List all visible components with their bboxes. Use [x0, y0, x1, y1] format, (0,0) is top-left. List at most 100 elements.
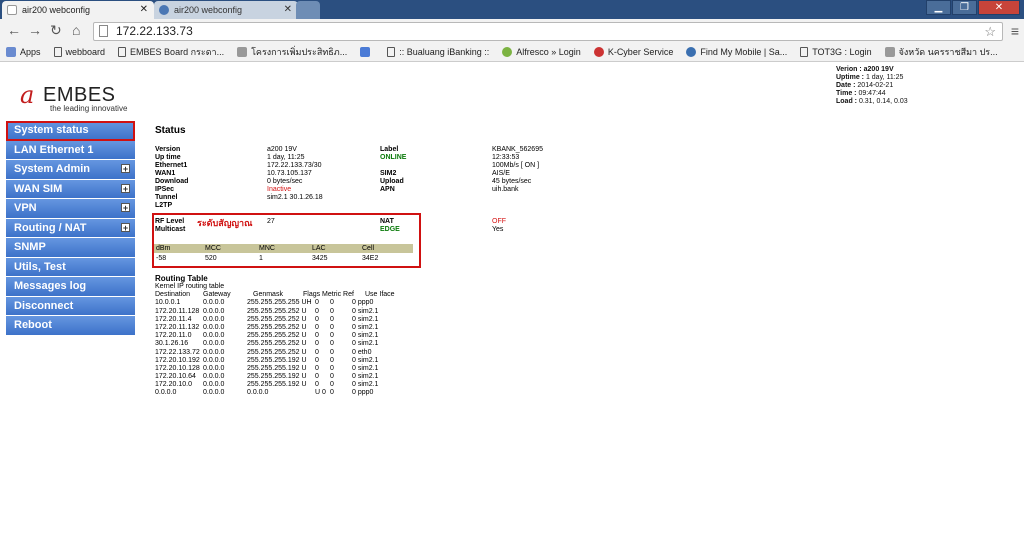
routing-cell: 0.0.0.0	[203, 299, 225, 307]
routing-cell: 172.22.133.72	[155, 348, 200, 356]
routing-subtitle: Kernel IP routing table	[155, 283, 225, 290]
bookmark-alfresco[interactable]: Alfresco » Login	[502, 47, 581, 57]
routing-cell: 0 sim2.1	[352, 315, 379, 323]
sidebar-item-snmp[interactable]: SNMP	[6, 238, 135, 258]
sidebar-item-lan-ethernet[interactable]: LAN Ethernet 1	[6, 140, 135, 160]
sidebar-item-disconnect[interactable]: Disconnect	[6, 296, 135, 316]
forward-icon[interactable]: →	[28, 22, 42, 38]
sidebar-item-utils-test[interactable]: Utils, Test	[6, 257, 135, 277]
multicast-label: Multicast	[155, 226, 186, 233]
status-label: SIM2	[380, 170, 397, 177]
load-value: 0.31, 0.14, 0.03	[858, 98, 908, 105]
routing-cell: 0 sim2.1	[352, 307, 379, 315]
tab-close-icon[interactable]: ✕	[284, 1, 292, 19]
status-label: APN	[380, 186, 395, 193]
bookmark-label: Find My Mobile | Sa...	[700, 47, 788, 57]
table-row: 172.20.10.0 0.0.0.0 255.255.255.192 U 0 0 0 s…	[155, 381, 378, 389]
routing-cell: U 0	[315, 389, 326, 397]
bookmark-apps[interactable]: Apps	[6, 47, 41, 57]
routing-cell: 255.255.255.252 U	[247, 307, 307, 315]
browser-toolbar: ← → ↻ ⌂ 172.22.133.73 ☆	[0, 19, 1024, 43]
routing-cell: 0.0.0.0	[203, 340, 225, 348]
sidebar-item-vpn[interactable]: VPN +	[6, 199, 135, 219]
routing-cell: 255.255.255.252 U	[247, 348, 307, 356]
status-value: KBANK_562695	[492, 146, 543, 153]
expand-plus-icon[interactable]: +	[121, 164, 130, 174]
home-icon[interactable]: ⌂	[72, 22, 80, 38]
bookmark-bualuang[interactable]: :: Bualuang iBanking ::	[387, 47, 489, 57]
address-bar[interactable]: 172.22.133.73 ☆	[93, 22, 1003, 41]
menu-icon[interactable]: ≡	[1011, 23, 1019, 39]
routing-cell: 0 sim2.1	[352, 364, 379, 372]
bookmark-tot3g[interactable]: TOT3G : Login	[800, 47, 872, 57]
routing-header-cell: Flags Metric Ref	[303, 291, 354, 299]
minimize-icon[interactable]: ▁	[926, 0, 951, 15]
routing-cell: 0 sim2.1	[352, 323, 379, 331]
close-window-icon[interactable]: ✕	[978, 0, 1020, 15]
routing-cell: 0 ppp0	[352, 299, 374, 307]
reload-icon[interactable]: ↻	[50, 22, 62, 38]
sidebar-item-label: Messages log	[14, 280, 87, 292]
bookmark-webboard[interactable]: webboard	[53, 47, 106, 57]
page-favicon-icon	[7, 5, 17, 15]
rf-header-cell: Cell	[362, 245, 375, 252]
routing-cell: 0 sim2.1	[352, 373, 379, 381]
bookmark-google[interactable]	[360, 47, 374, 57]
routing-cell: 0	[330, 340, 334, 348]
alfresco-icon	[502, 47, 513, 57]
rf-value-cell: 520	[205, 255, 217, 262]
bookmark-star-icon[interactable]: ☆	[984, 23, 996, 40]
expand-plus-icon[interactable]: +	[121, 222, 130, 232]
status-value: 10.73.105.137	[267, 170, 312, 177]
new-tab-button[interactable]	[296, 1, 320, 19]
tab-inactive[interactable]: air200 webconfig ✕	[154, 1, 298, 19]
version-value: a200 19V	[863, 66, 894, 73]
bookmark-findmymobile[interactable]: Find My Mobile | Sa...	[686, 47, 787, 57]
bookmark-project[interactable]: โครงการเพิ่มประสิทธิภ...	[237, 45, 347, 59]
status-label: Tunnel	[155, 194, 178, 201]
tab-active[interactable]: air200 webconfig ✕	[2, 1, 154, 19]
routing-cell: 172.20.11.128	[155, 307, 200, 315]
status-value: 45 bytes/sec	[492, 178, 532, 185]
expand-plus-icon[interactable]: +	[121, 203, 130, 213]
sidebar-item-reboot[interactable]: Reboot	[6, 316, 135, 336]
tab-close-icon[interactable]: ✕	[140, 1, 148, 19]
routing-cell: 255.255.255.252 U	[247, 332, 307, 340]
bookmark-label: webboard	[65, 47, 106, 57]
routing-cell: 0	[330, 364, 334, 372]
maximize-icon[interactable]: ❐	[952, 0, 977, 15]
back-icon[interactable]: ←	[7, 22, 21, 38]
routing-cell: 0 sim2.1	[352, 332, 379, 340]
bookmark-label: Apps	[20, 47, 41, 57]
sidebar-item-wan-sim[interactable]: WAN SIM +	[6, 179, 135, 199]
table-row: 30.1.26.16 0.0.0.0 255.255.255.252 U 0 0 0 si…	[155, 340, 378, 348]
table-row: 172.20.11.128 0.0.0.0 255.255.255.252 U 0 0 0…	[155, 307, 378, 316]
expand-plus-icon[interactable]: +	[121, 183, 130, 193]
bookmark-label: จังหวัด นครราชสีมา ปร...	[898, 47, 998, 57]
routing-cell: 0	[330, 356, 334, 364]
bookmark-embes-board[interactable]: EMBES Board กระดา...	[118, 45, 224, 59]
routing-cell: 0	[330, 389, 334, 397]
table-row: 172.20.10.192 0.0.0.0 255.255.255.192 U 0 0 0…	[155, 357, 378, 365]
rf-value-cell: 1	[259, 255, 263, 262]
sidebar-item-label: VPN	[14, 202, 37, 214]
sidebar-item-routing-nat[interactable]: Routing / NAT +	[6, 218, 135, 238]
sidebar-item-system-admin[interactable]: System Admin +	[6, 160, 135, 180]
sidebar-item-messages-log[interactable]: Messages log	[6, 277, 135, 297]
globe-icon	[686, 47, 697, 57]
status-label: Upload	[380, 178, 404, 185]
routing-cell: 0	[315, 315, 319, 323]
routing-cell: 255.255.255.255 UH	[247, 299, 312, 307]
routing-cell: 0	[330, 381, 334, 389]
sidebar-item-system-status[interactable]: System status	[6, 121, 135, 141]
sidebar-nav: System status LAN Ethernet 1 System Admi…	[6, 121, 135, 336]
routing-cell: 172.20.10.64	[155, 373, 196, 381]
routing-cell: 255.255.255.192 U	[247, 356, 307, 364]
page-icon	[99, 25, 108, 37]
bookmark-kcyber[interactable]: K-Cyber Service	[593, 47, 673, 57]
routing-cell: 0.0.0.0	[203, 323, 225, 331]
bookmark-province[interactable]: จังหวัด นครราชสีมา ปร...	[884, 45, 998, 59]
routing-cell: 172.20.11.132	[155, 323, 200, 331]
uptime-label: Uptime :	[836, 74, 864, 81]
ethernet-link-status: 100Mb/s [ ON ]	[492, 162, 540, 169]
